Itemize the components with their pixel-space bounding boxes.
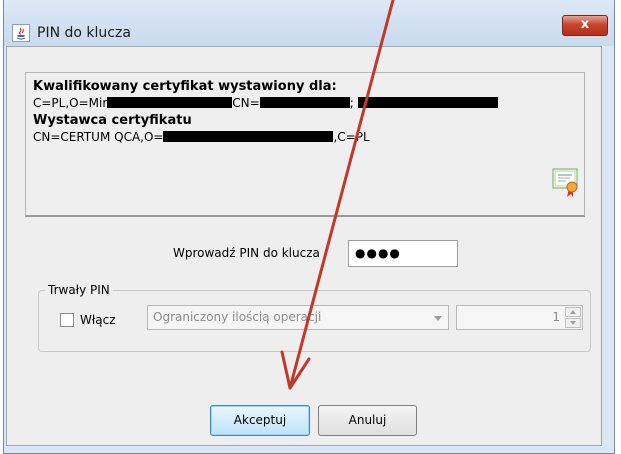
spinner-up-button[interactable]	[565, 307, 581, 317]
issuer-heading: Wystawca certyfikatu	[33, 113, 192, 128]
persistent-pin-group-label: Trwały PIN	[45, 283, 113, 297]
enable-checkbox-label[interactable]: Włącz	[80, 313, 116, 327]
pin-label: Wprowadź PIN do klucza	[173, 246, 320, 260]
pin-input[interactable]: ●●●●	[348, 240, 458, 267]
close-button[interactable]: x	[562, 15, 608, 36]
redaction-bar	[357, 97, 498, 108]
redaction-bar	[107, 97, 233, 108]
redaction-bar	[163, 131, 334, 142]
title-bar[interactable]: PIN do klucza x	[4, 0, 614, 46]
issuer-suffix: ,C=PL	[333, 130, 370, 144]
issuer-details: CN=CERTUM QCA,O= ,C=PL	[33, 130, 370, 144]
spinner-down-button[interactable]	[565, 318, 581, 328]
issuer-prefix: CN=CERTUM QCA,O=	[33, 130, 164, 144]
accept-button[interactable]: Akceptuj	[210, 405, 310, 436]
owner-details: C=PL,O=Mir CN=;	[33, 96, 498, 110]
chevron-down-icon	[434, 316, 442, 321]
operations-count-spinner[interactable]: 1	[456, 305, 583, 330]
redaction-bar	[259, 97, 350, 108]
pin-mode-select[interactable]: Ograniczony ilością operacji	[147, 305, 449, 330]
owner-heading: Kwalifikowany certyfikat wystawiony dla:	[33, 79, 337, 94]
certificate-icon	[552, 168, 578, 197]
pin-mode-value: Ograniczony ilością operacji	[153, 310, 322, 324]
certificate-info-panel: Kwalifikowany certyfikat wystawiony dla:…	[25, 72, 585, 217]
owner-cn-label: CN=	[232, 96, 260, 110]
enable-checkbox[interactable]	[60, 313, 74, 327]
owner-separator: ;	[349, 96, 354, 110]
owner-prefix: C=PL,O=Mir	[33, 96, 108, 110]
spinner-value: 1	[552, 310, 560, 324]
window-title: PIN do klucza	[37, 25, 131, 41]
java-icon	[12, 24, 30, 42]
cancel-button[interactable]: Anuluj	[318, 405, 417, 436]
